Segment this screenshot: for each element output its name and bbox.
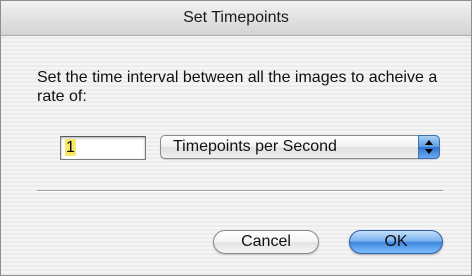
up-down-arrows-icon bbox=[418, 135, 440, 159]
rate-value-field[interactable]: 1 bbox=[60, 136, 146, 160]
rate-value-text: 1 bbox=[65, 139, 76, 156]
rate-unit-selected: Timepoints per Second bbox=[173, 138, 337, 155]
cancel-button[interactable]: Cancel bbox=[213, 230, 319, 254]
separator bbox=[37, 190, 443, 192]
instructions-text: Set the time interval between all the im… bbox=[37, 69, 438, 105]
dialog-title: Set Timepoints bbox=[1, 1, 471, 36]
set-timepoints-dialog: Set Timepoints Set the time interval bet… bbox=[0, 0, 472, 276]
ok-button[interactable]: OK bbox=[349, 230, 443, 254]
rate-unit-popup[interactable]: Timepoints per Second bbox=[160, 135, 440, 159]
